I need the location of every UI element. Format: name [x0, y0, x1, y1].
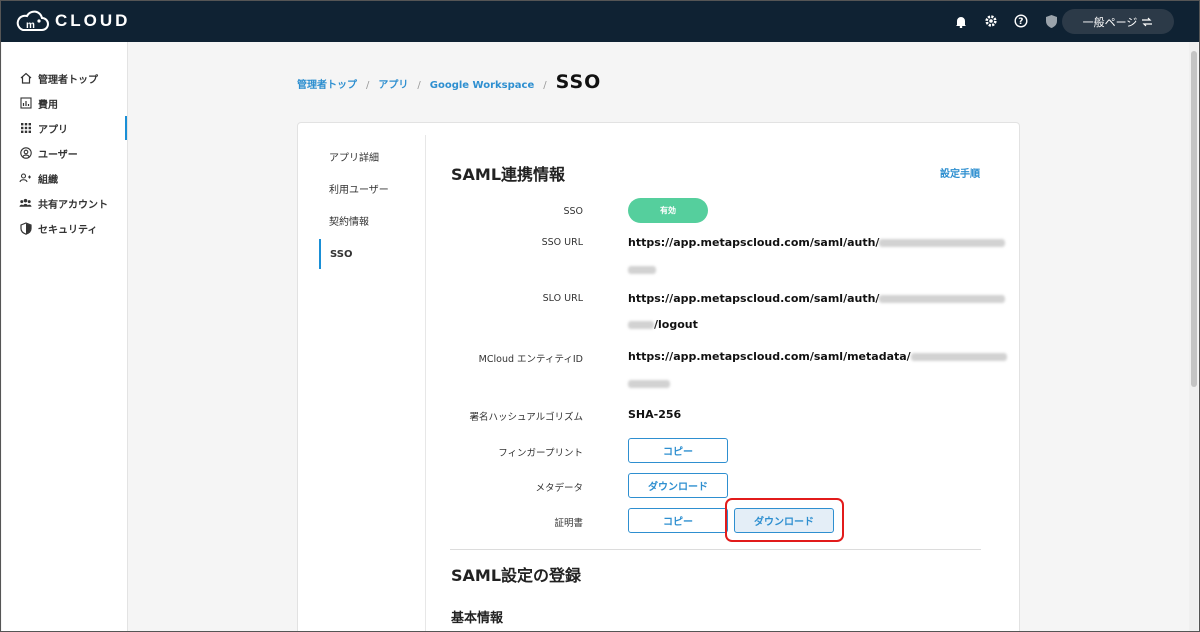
breadcrumb-google-workspace[interactable]: Google Workspace	[430, 80, 535, 91]
entity-id-text: https://app.metapscloud.com/saml/metadat…	[628, 350, 911, 363]
saml-settings-title: SAML設定の登録	[451, 566, 582, 585]
switch-arrows-icon	[1142, 17, 1153, 26]
tab-contract[interactable]: 契約情報	[319, 205, 415, 235]
general-page-label: 一般ページ	[1082, 15, 1138, 29]
saml-info-title: SAML連携情報	[451, 165, 566, 184]
logo[interactable]: m CLOUD	[15, 9, 130, 33]
sidebar-item-label: 組織	[38, 174, 58, 186]
shared-users-icon	[19, 197, 32, 210]
tab-sso[interactable]: SSO	[319, 239, 415, 269]
slo-url-value-wrap: /logout	[628, 318, 698, 331]
general-page-switch-button[interactable]: 一般ページ	[1062, 9, 1174, 34]
sso-label: SSO	[563, 206, 583, 217]
svg-text:m: m	[26, 20, 35, 31]
redacted-text	[879, 295, 1006, 303]
certificate-download-button[interactable]: ダウンロード	[734, 508, 834, 533]
entity-id-label: MCloud エンティティID	[478, 354, 583, 365]
sidebar: 管理者トップ 費用 アプリ ユーザー 組織 共有アカウント セキュリティ	[2, 42, 128, 631]
setup-guide-link[interactable]: 設定手順	[940, 165, 980, 180]
breadcrumb-separator: /	[543, 80, 547, 91]
breadcrumb: 管理者トップ / アプリ / Google Workspace / SSO	[297, 71, 601, 93]
sidebar-item-label: 費用	[38, 99, 58, 111]
slo-url-label: SLO URL	[542, 293, 583, 304]
home-icon	[19, 72, 32, 85]
entity-id-value-wrap	[628, 377, 670, 390]
user-icon	[19, 147, 32, 160]
breadcrumb-separator: /	[417, 80, 421, 91]
sidebar-item-label: アプリ	[38, 124, 68, 136]
sidebar-item-shared-accounts[interactable]: 共有アカウント	[2, 191, 127, 215]
slo-url-suffix: /logout	[654, 318, 698, 331]
help-icon[interactable]: ?	[1013, 12, 1029, 30]
sidebar-item-users[interactable]: ユーザー	[2, 141, 127, 165]
top-icons: ?	[953, 12, 1059, 30]
top-bar: m CLOUD ? 一般ページ	[1, 1, 1199, 42]
sidebar-item-apps[interactable]: アプリ	[2, 116, 127, 140]
redacted-text	[628, 266, 656, 274]
sso-url-text: https://app.metapscloud.com/saml/auth/	[628, 236, 880, 249]
page-title: SSO	[555, 71, 602, 93]
app-window: m CLOUD ? 一般ページ 管理者トップ 費用 アプリ ユーザー 組織 共有…	[0, 0, 1200, 632]
sso-status-text: 有効	[660, 206, 676, 215]
fingerprint-label: フィンガープリント	[498, 448, 583, 459]
slo-url-value: https://app.metapscloud.com/saml/auth/	[628, 292, 1006, 305]
sidebar-item-label: 管理者トップ	[38, 74, 98, 86]
redacted-text	[628, 321, 654, 329]
slo-url-text: https://app.metapscloud.com/saml/auth/	[628, 292, 880, 305]
sidebar-item-label: セキュリティ	[38, 224, 98, 236]
sso-url-value-wrap	[628, 263, 656, 276]
breadcrumb-apps[interactable]: アプリ	[378, 76, 408, 91]
shield-icon[interactable]	[1043, 12, 1059, 30]
certificate-copy-button[interactable]: コピー	[628, 508, 728, 533]
scrollbar-thumb[interactable]	[1191, 51, 1197, 387]
tab-app-details[interactable]: アプリ詳細	[319, 141, 415, 171]
svg-text:?: ?	[1018, 17, 1023, 27]
cloud-logo-icon: m	[16, 10, 49, 31]
entity-id-value: https://app.metapscloud.com/saml/metadat…	[628, 350, 1007, 363]
metadata-label: メタデータ	[535, 483, 583, 494]
sidebar-item-cost[interactable]: 費用	[2, 91, 127, 115]
sidebar-item-security[interactable]: セキュリティ	[2, 216, 127, 240]
gear-icon[interactable]	[983, 12, 999, 30]
group-icon	[19, 172, 32, 185]
sidebar-item-organization[interactable]: 組織	[2, 166, 127, 190]
sso-url-label: SSO URL	[541, 237, 583, 248]
hash-algorithm-label: 署名ハッシュアルゴリズム	[469, 412, 583, 423]
bell-icon[interactable]	[953, 12, 969, 30]
metadata-download-button[interactable]: ダウンロード	[628, 473, 728, 498]
section-divider	[450, 549, 981, 550]
sidebar-item-label: ユーザー	[38, 149, 78, 161]
redacted-text	[879, 239, 1006, 247]
sidebar-item-label: 共有アカウント	[38, 199, 108, 211]
sso-status-badge: 有効	[628, 198, 708, 223]
fingerprint-copy-button[interactable]: コピー	[628, 438, 728, 463]
breadcrumb-admin-top[interactable]: 管理者トップ	[297, 76, 357, 91]
sidebar-item-admin-top[interactable]: 管理者トップ	[2, 66, 127, 90]
sso-url-value: https://app.metapscloud.com/saml/auth/	[628, 236, 1006, 249]
chart-icon	[19, 97, 32, 110]
certificate-label: 証明書	[554, 518, 583, 529]
tab-users[interactable]: 利用ユーザー	[319, 173, 415, 203]
hash-algorithm-value: SHA-256	[628, 408, 682, 421]
redacted-text	[628, 380, 670, 388]
shield-icon	[19, 221, 32, 235]
redacted-text	[910, 353, 1007, 361]
tab-divider	[425, 135, 426, 631]
apps-grid-icon	[19, 122, 32, 135]
logo-text: CLOUD	[55, 11, 131, 30]
breadcrumb-separator: /	[366, 80, 370, 91]
basic-info-subtitle: 基本情報	[451, 611, 504, 626]
